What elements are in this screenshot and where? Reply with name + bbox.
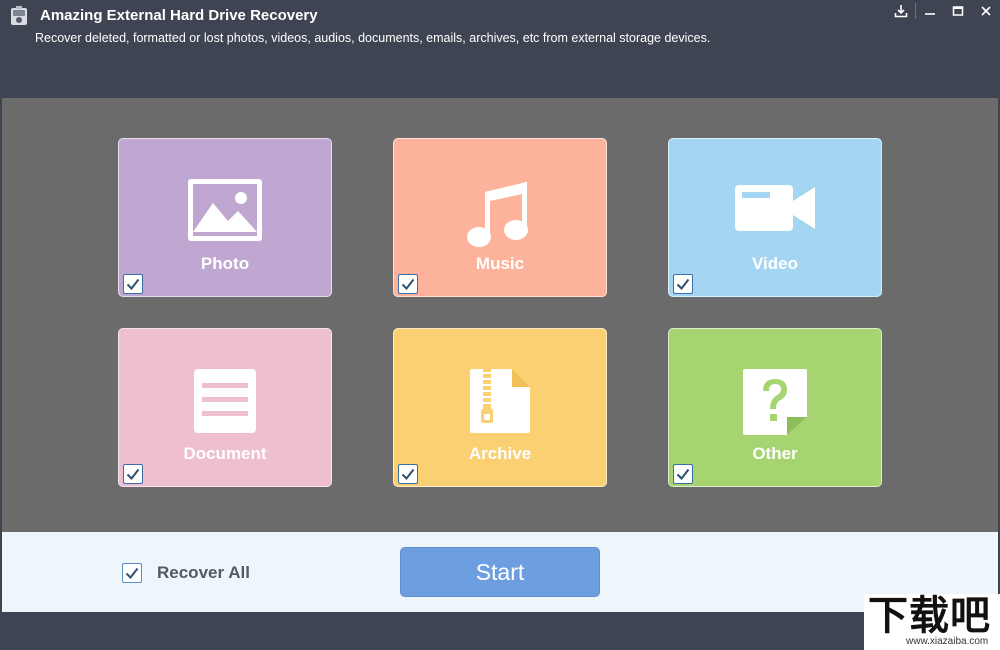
watermark-logo: 下载吧 www.xiazaiba.com [864,594,1000,650]
category-tile-music[interactable]: Music [393,138,607,297]
app-title: Amazing External Hard Drive Recovery [40,7,318,24]
download-icon[interactable] [887,0,915,22]
title-bar: Amazing External Hard Drive Recovery Rec… [0,0,1000,98]
category-tile-archive[interactable]: Archive [393,328,607,487]
watermark-text: 下载吧 [868,593,991,639]
category-label: Photo [200,254,250,273]
category-checkbox-video[interactable] [673,274,693,294]
category-checkbox-document[interactable] [123,464,143,484]
category-tile-document[interactable]: Document [118,328,332,487]
maximize-icon[interactable] [944,0,972,22]
category-label: Document [183,444,267,463]
category-label: Other [752,444,798,463]
document-icon [119,367,331,439]
minimize-icon[interactable] [916,0,944,22]
category-checkbox-other[interactable] [673,464,693,484]
category-label: Archive [468,444,532,463]
zip-file-icon [394,367,606,439]
category-tile-video[interactable]: Video [668,138,882,297]
watermark-url: www.xiazaiba.com [906,636,989,647]
recover-all-label[interactable]: Recover All [157,563,250,583]
window-controls [887,0,1000,22]
category-tile-photo[interactable]: Photo [118,138,332,297]
category-tile-other[interactable]: Other [668,328,882,487]
recover-all-checkbox[interactable] [122,563,142,583]
video-camera-icon [669,177,881,249]
category-panel: Photo Music Video Document Archive Other [2,98,998,532]
image-icon [119,177,331,249]
category-checkbox-music[interactable] [398,274,418,294]
footer-bar [0,612,1000,650]
app-subtitle: Recover deleted, formatted or lost photo… [35,31,711,45]
music-note-icon [394,177,606,249]
category-checkbox-archive[interactable] [398,464,418,484]
question-file-icon [669,367,881,439]
category-label: Music [475,254,525,273]
start-button[interactable]: Start [400,547,600,597]
category-label: Video [752,254,798,273]
close-icon[interactable] [972,0,1000,22]
action-bar: Recover All Start [2,532,998,612]
category-checkbox-photo[interactable] [123,274,143,294]
app-logo-icon [10,6,28,26]
